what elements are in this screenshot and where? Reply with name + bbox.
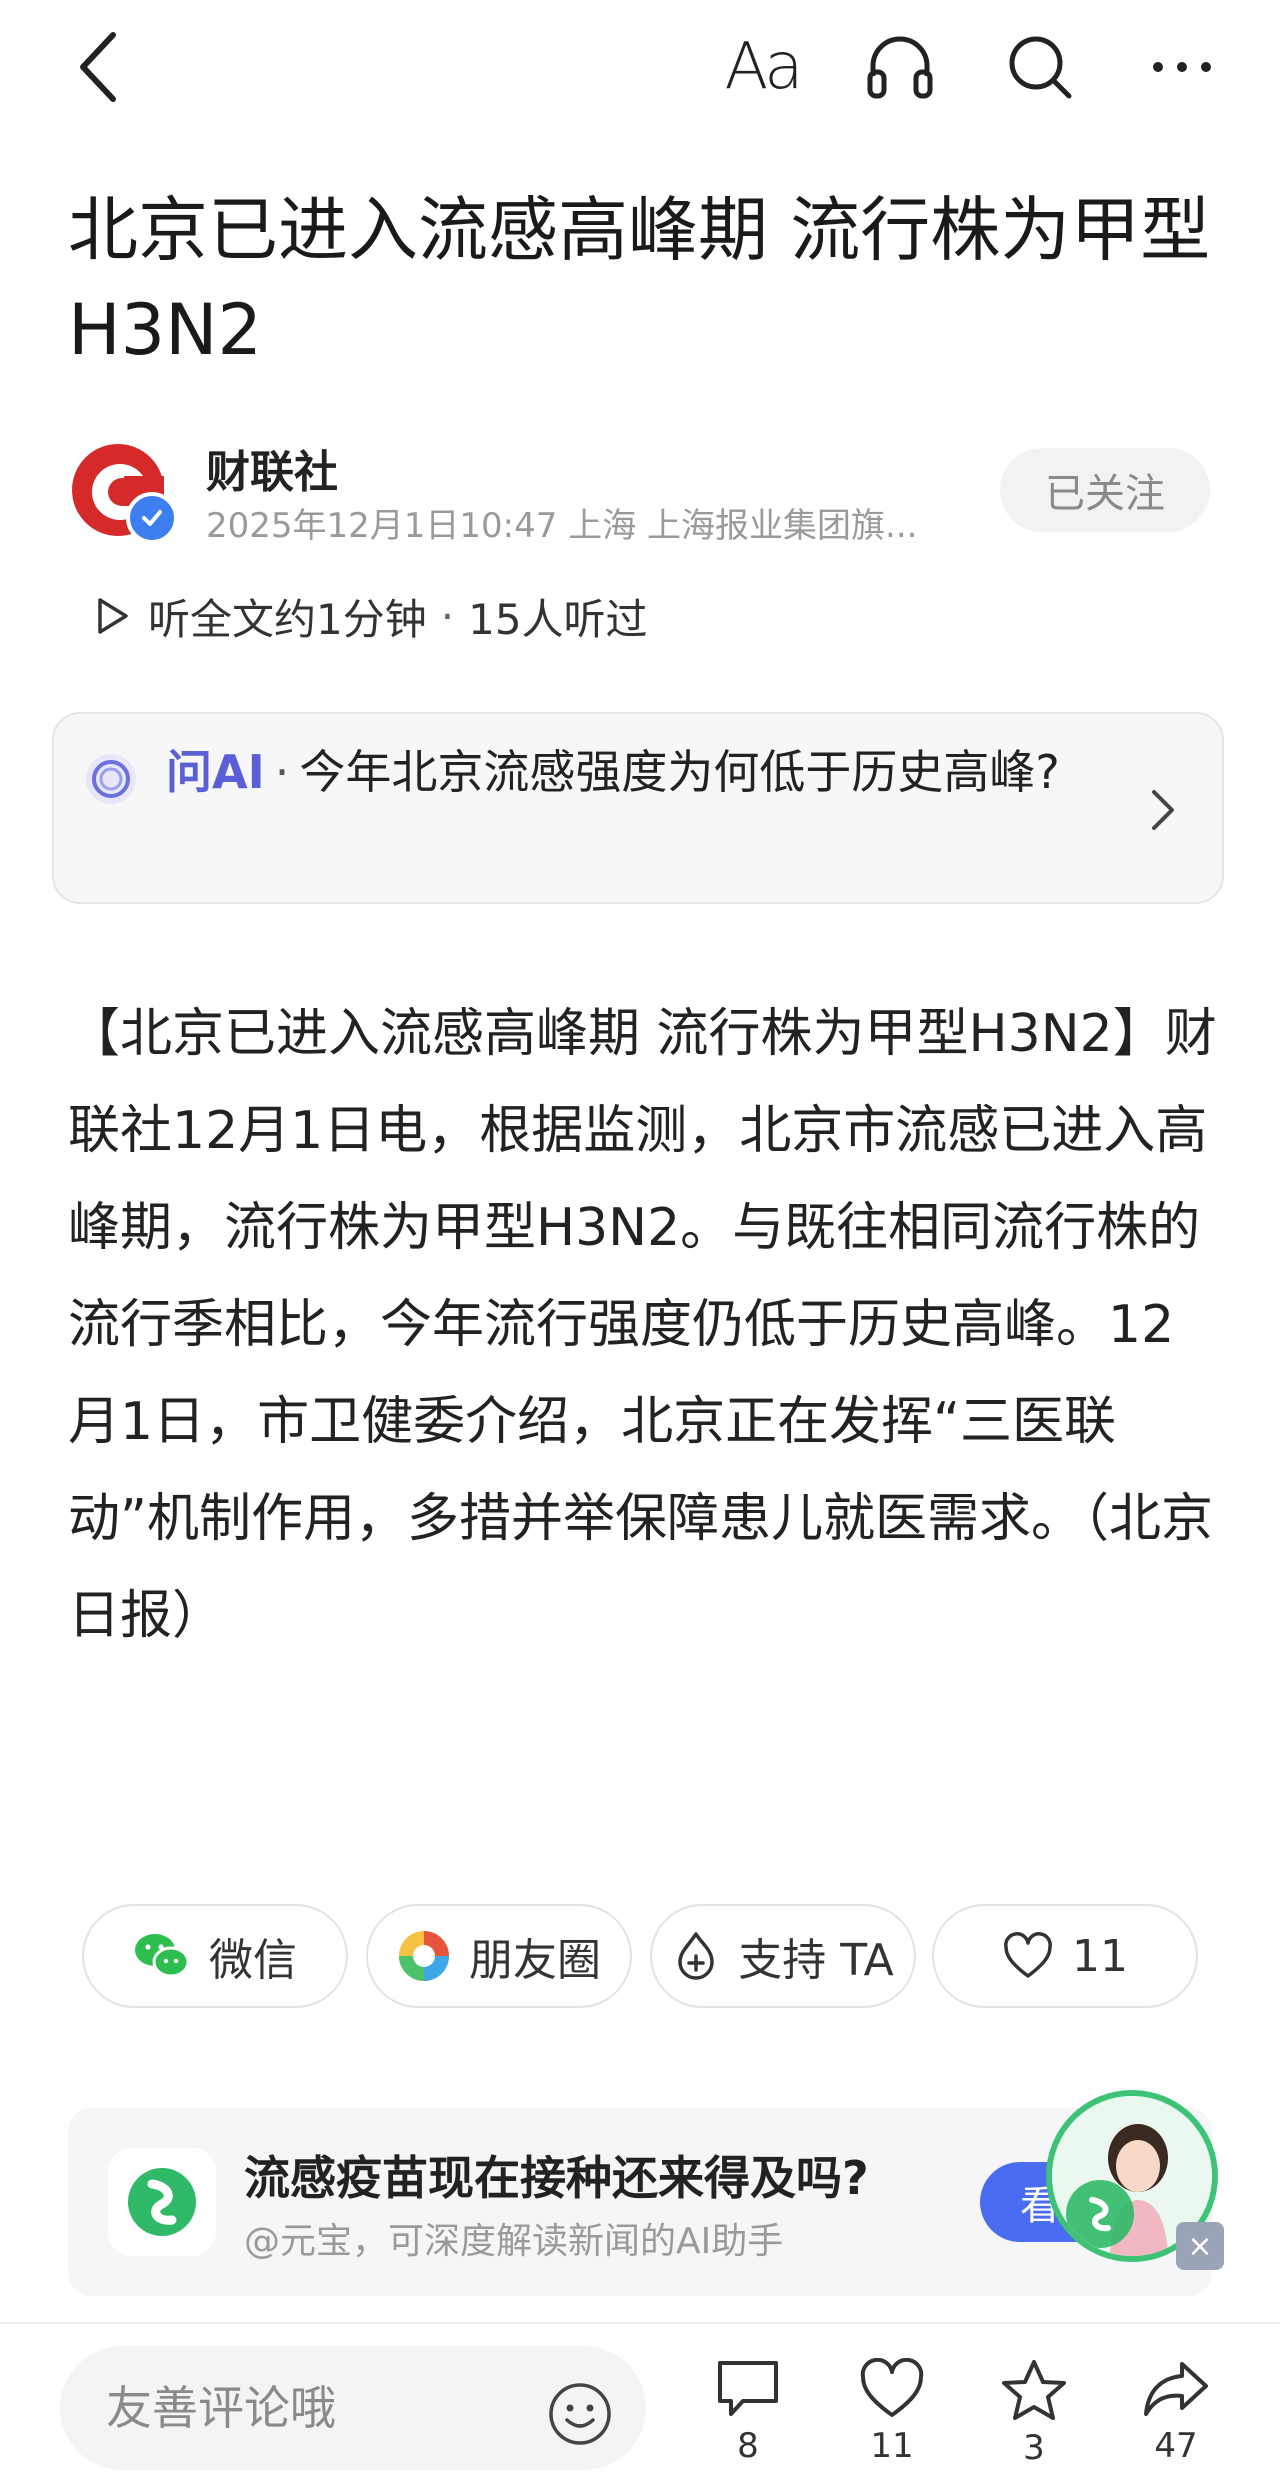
mascot-close-button[interactable]: × [1176, 2222, 1224, 2270]
yuanbao-logo-icon [128, 2168, 196, 2236]
comment-icon [718, 2361, 778, 2416]
back-icon [80, 32, 116, 102]
comment-button[interactable]: 8 [698, 2358, 798, 2478]
ask-ai-card[interactable]: 问AI · 今年北京流感强度为何低于历史高峰? [52, 712, 1224, 904]
like-button[interactable]: 11 [842, 2358, 942, 2478]
favorite-count: 3 [1023, 2428, 1045, 2468]
ask-ai-text: 问AI · 今年北京流感强度为何低于历史高峰? [166, 736, 1146, 808]
share-icon [1144, 2362, 1208, 2416]
article-meta: 2025年12月1日10:47 上海 上海报业集团旗... [206, 506, 918, 546]
article-page: Aa 北京已进入流感高峰期 流行株为甲型H3N2 财联社 2025年12月1日1… [0, 0, 1280, 2478]
font-size-icon: Aa [724, 30, 804, 104]
support-button[interactable]: 支持 TA [650, 1904, 916, 2008]
font-size-button[interactable]: Aa [712, 22, 812, 112]
check-icon [142, 510, 162, 526]
more-button[interactable] [1140, 22, 1224, 112]
article-body: 【北京已进入流感高峰期 流行株为甲型H3N2】财联社12月1日电，根据监测，北京… [68, 1004, 1217, 1646]
article-title: 北京已进入流感高峰期 流行株为甲型H3N2 [68, 189, 1211, 371]
share-button[interactable]: 47 [1126, 2358, 1226, 2478]
more-icon [1153, 62, 1211, 72]
ask-ai-label: 问AI [166, 745, 265, 799]
share-wechat-label: 微信 [209, 1935, 297, 1986]
chevron-right-icon [1152, 790, 1174, 830]
ask-ai-question: 今年北京流感强度为何低于历史高峰? [299, 745, 1060, 799]
share-moments-label: 朋友圈 [469, 1935, 601, 1986]
like-count-bottom: 11 [870, 2426, 914, 2466]
listen-button[interactable] [858, 22, 942, 112]
back-button[interactable] [62, 22, 132, 112]
ai-promo-card[interactable]: 流感疫苗现在接种还来得及吗? @元宝，可深度解读新闻的AI助手 看 [68, 2108, 1212, 2296]
support-label: 支持 TA [738, 1935, 894, 1986]
follow-button[interactable]: 已关注 [1000, 448, 1210, 532]
bottom-bar: 8 11 3 47 [0, 2322, 1280, 2478]
ask-ai-separator: · [274, 745, 290, 799]
moments-icon [397, 1929, 451, 1983]
star-icon [1002, 2360, 1066, 2420]
search-button[interactable] [998, 22, 1082, 112]
listen-separator: · [440, 591, 455, 641]
heart-icon [1002, 1932, 1054, 1980]
promo-title: 流感疫苗现在接种还来得及吗? [244, 2151, 869, 2205]
emoji-icon[interactable] [546, 2380, 614, 2448]
listen-row[interactable]: 听全文约1分钟 · 15人听过 [96, 586, 648, 646]
share-moments-button[interactable]: 朋友圈 [366, 1904, 632, 2008]
verified-badge [126, 492, 178, 544]
share-actions: 微信 朋友圈 支持 TA 11 [82, 1904, 1202, 2012]
favorite-button[interactable]: 3 [984, 2358, 1084, 2478]
top-bar: Aa [0, 0, 1280, 140]
listen-duration: 听全文约1分钟 [148, 594, 427, 644]
share-wechat-button[interactable]: 微信 [82, 1904, 348, 2008]
share-count: 47 [1154, 2426, 1198, 2466]
like-count: 11 [1072, 1930, 1128, 1982]
support-icon [672, 1930, 720, 1982]
listen-count: 15人听过 [468, 594, 648, 644]
yuanbao-logo [108, 2148, 216, 2256]
promo-subtitle: @元宝，可深度解读新闻的AI助手 [244, 2221, 784, 2262]
wechat-icon [133, 1932, 191, 1980]
author-name[interactable]: 财联社 [206, 436, 338, 500]
heart-icon [860, 2358, 924, 2417]
headphone-icon [867, 36, 933, 99]
play-icon [98, 598, 128, 634]
comment-count: 8 [737, 2426, 759, 2466]
search-icon [1009, 36, 1072, 99]
ai-icon [86, 754, 136, 804]
like-pill-button[interactable]: 11 [932, 1904, 1198, 2008]
